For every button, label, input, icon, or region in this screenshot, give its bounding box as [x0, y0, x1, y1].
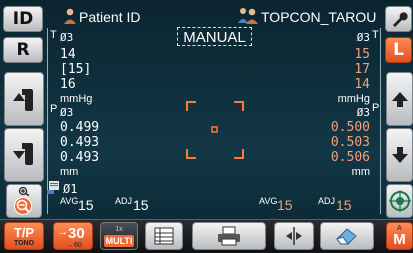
alignment-reticle	[186, 101, 244, 159]
arrow-up-icon	[391, 92, 408, 107]
right-tono-label: T	[50, 29, 57, 41]
threshold-arrow: →	[57, 226, 68, 238]
split-view-button[interactable]	[274, 222, 314, 250]
right-iop-unit: mmHg	[60, 93, 93, 105]
tonometer-screen: ID R L Patient ID TOPCON_TAROU MANUAL T …	[0, 0, 413, 253]
right-pachy-diameter: Ø3	[60, 106, 74, 119]
left-pachy-diameter: Ø3	[356, 106, 370, 119]
patient-icon	[64, 8, 76, 24]
chin-rest-up-button[interactable]	[4, 72, 44, 126]
right-iop-1: 14	[60, 47, 76, 62]
multi-count: 1x	[115, 225, 123, 233]
left-eye-button[interactable]: L	[385, 37, 412, 63]
left-iop-2: 17	[354, 62, 370, 77]
right-iop-3: 16	[60, 77, 76, 92]
right-frame-line	[380, 28, 381, 214]
left-tono-label: T	[372, 29, 379, 41]
settings-button[interactable]	[385, 6, 412, 32]
right-tono-diameter: Ø3	[60, 31, 74, 44]
patient-name: TOPCON_TAROU	[261, 9, 377, 25]
multi-label: MULTI	[103, 234, 135, 247]
zoom-button[interactable]	[6, 184, 42, 218]
right-pachy-label: P	[50, 103, 58, 115]
left-avg-value: 15	[277, 197, 293, 213]
threshold-sub-value: 60	[74, 242, 82, 249]
zoom-in-icon	[18, 186, 30, 196]
reading-diameter: Ø1	[63, 182, 78, 196]
left-pachy-2: 0.503	[330, 135, 370, 150]
right-pachy-unit: mm	[60, 166, 79, 178]
split-view-icon	[286, 227, 302, 245]
forehead-down-button[interactable]	[386, 128, 413, 182]
right-adj-value: 15	[133, 197, 149, 213]
tp-mode-button[interactable]: T/P TONO	[4, 222, 44, 250]
tono-label: TONO	[13, 239, 35, 247]
multi-button[interactable]: 1x MULTI	[100, 222, 138, 250]
arrow-down-icon	[391, 147, 408, 163]
left-adj-value: 15	[336, 197, 352, 213]
manual-mode-label: MANUAL	[177, 27, 252, 46]
right-pachy-3: 0.493	[60, 150, 100, 165]
id-button[interactable]: ID	[3, 6, 43, 32]
left-tono-diameter: Ø3	[356, 31, 370, 44]
manual-label: M	[393, 231, 406, 248]
right-iop-2: [15]	[60, 62, 92, 77]
patient-name-icon	[238, 8, 258, 24]
target-icon	[388, 190, 411, 212]
right-pachy-1: 0.499	[60, 120, 100, 135]
right-pachy-2: 0.493	[60, 135, 100, 150]
left-pachy-3: 0.506	[330, 150, 370, 165]
tp-label: T/P	[13, 224, 35, 240]
erase-button[interactable]	[320, 222, 374, 250]
threshold-button[interactable]: → 30 → 60	[53, 222, 93, 250]
left-iop-3: 14	[354, 77, 370, 92]
left-pachy-1: 0.500	[330, 120, 370, 135]
print-button[interactable]	[192, 222, 266, 250]
right-eye-button[interactable]: R	[3, 37, 43, 63]
list-button[interactable]	[145, 222, 183, 250]
left-avg-label: AVG	[259, 196, 278, 206]
forehead-up-button[interactable]	[386, 72, 413, 126]
alignment-button[interactable]	[386, 184, 413, 218]
printer-icon	[218, 226, 240, 246]
left-iop-unit: mmHg	[337, 93, 370, 105]
zoom-out-icon	[14, 197, 32, 215]
left-adj-label: ADJ	[318, 196, 336, 206]
left-pachy-label: P	[372, 102, 380, 114]
left-pachy-unit: mm	[351, 166, 370, 178]
right-avg-value: 15	[78, 197, 94, 213]
right-adj-label: ADJ	[115, 196, 133, 206]
right-avg-label: AVG	[60, 196, 79, 206]
wrench-icon	[392, 12, 408, 27]
reading-icon	[47, 181, 59, 194]
threshold-sub-arrow: →	[66, 242, 73, 249]
threshold-value: 30	[68, 225, 85, 242]
list-icon	[154, 227, 174, 245]
eraser-icon	[336, 228, 357, 245]
chin-rest-down-icon	[13, 143, 33, 165]
auto-manual-button[interactable]: A M	[386, 222, 413, 250]
left-iop-1: 15	[354, 47, 370, 62]
chin-rest-up-icon	[13, 89, 33, 111]
chin-rest-down-button[interactable]	[4, 128, 44, 182]
patient-id-label: Patient ID	[79, 9, 141, 25]
